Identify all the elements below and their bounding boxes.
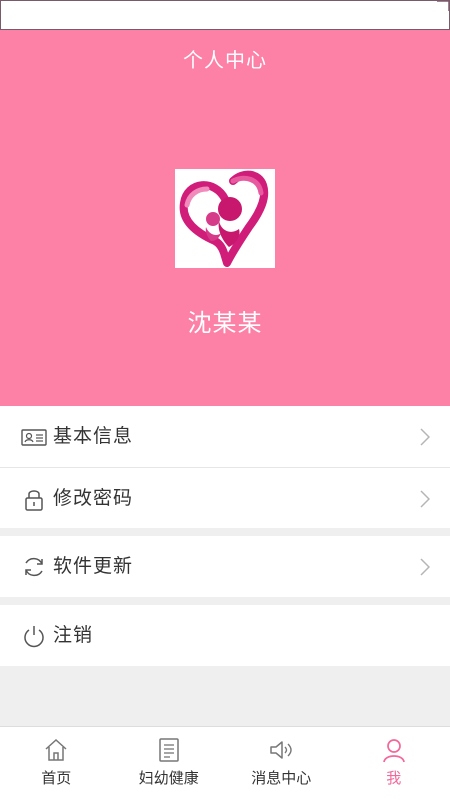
user-icon xyxy=(382,739,405,763)
power-icon xyxy=(24,626,44,648)
menu-group-account: 基本信息 修改密码 xyxy=(0,406,450,528)
tab-messages-label: 消息中心 xyxy=(251,769,312,787)
tab-messages[interactable]: 消息中心 xyxy=(225,727,338,800)
chevron-right-icon xyxy=(420,558,430,576)
speaker-icon xyxy=(270,741,292,759)
profile-header: 个人中心 沈某某 xyxy=(0,30,450,406)
tab-home-label: 首页 xyxy=(41,769,72,787)
chevron-right-icon xyxy=(420,428,430,446)
page-title: 个人中心 xyxy=(183,48,267,72)
menu-item-logout[interactable]: 注销 xyxy=(0,605,450,666)
id-card-icon xyxy=(21,429,47,446)
chevron-right-icon xyxy=(420,490,430,508)
tab-me-label: 我 xyxy=(386,769,402,787)
lock-icon xyxy=(25,490,43,511)
user-name: 沈某某 xyxy=(187,309,263,337)
menu-item-software-update-label: 软件更新 xyxy=(53,555,134,577)
corner-mark-icon xyxy=(437,1,449,11)
status-strip xyxy=(0,0,450,30)
list-icon xyxy=(159,738,179,762)
heart-mother-child-logo-icon xyxy=(179,170,269,267)
menu-item-change-password-label: 修改密码 xyxy=(53,487,134,509)
menu-item-software-update[interactable]: 软件更新 xyxy=(0,536,450,597)
menu-group-software: 软件更新 xyxy=(0,536,450,597)
home-icon xyxy=(45,738,67,761)
screen: 个人中心 沈某某 基本信息 修改密码 软件更新 注销 首页 妇幼健康 消息中心 … xyxy=(0,0,450,800)
tab-maternal-health-label: 妇幼健康 xyxy=(138,769,199,787)
menu-item-basic-info-label: 基本信息 xyxy=(53,425,134,447)
avatar[interactable] xyxy=(175,169,275,268)
tab-bar: 首页 妇幼健康 消息中心 我 xyxy=(0,726,450,800)
tab-maternal-health[interactable]: 妇幼健康 xyxy=(113,727,226,800)
menu-group-logout: 注销 xyxy=(0,605,450,666)
menu-item-basic-info[interactable]: 基本信息 xyxy=(0,406,450,467)
menu-item-logout-label: 注销 xyxy=(53,624,94,646)
refresh-icon xyxy=(25,557,43,577)
tab-me[interactable]: 我 xyxy=(338,727,450,800)
tab-home[interactable]: 首页 xyxy=(0,727,113,800)
menu-item-change-password[interactable]: 修改密码 xyxy=(0,467,450,528)
